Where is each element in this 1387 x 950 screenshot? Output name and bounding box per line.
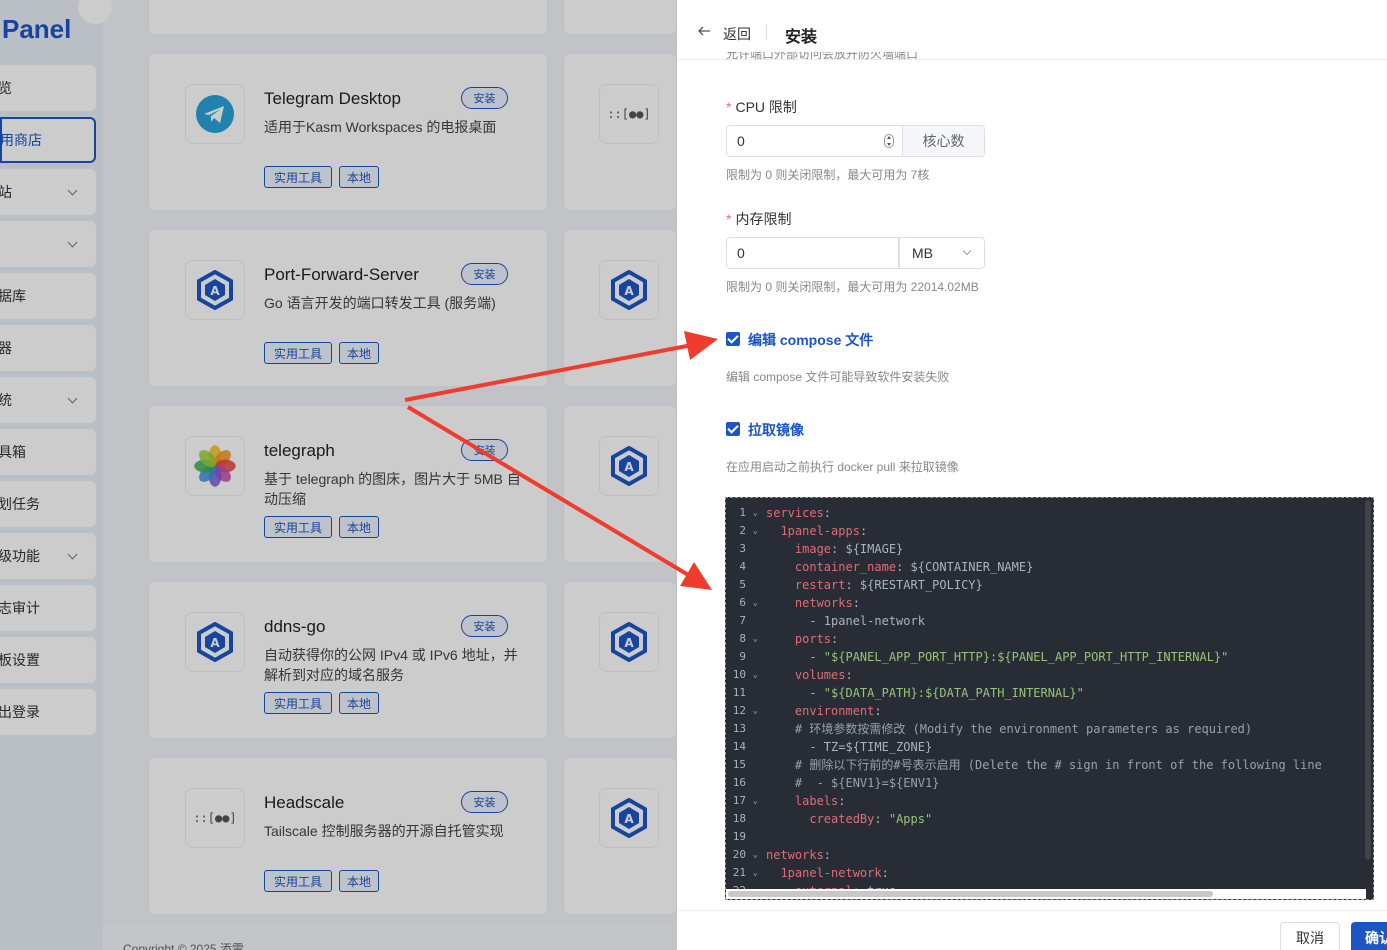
memory-limit-label: * 内存限制 xyxy=(726,211,792,227)
code-content[interactable]: services: 1panel-apps: image: ${IMAGE} c… xyxy=(766,504,1322,899)
line-number: 21 ⌄ xyxy=(726,864,762,882)
code-line: networks: xyxy=(794,596,860,610)
code-line: - "${DATA_PATH}:${DATA_PATH_INTERNAL}" xyxy=(766,686,1084,700)
chevron-down-icon xyxy=(962,246,972,256)
pull-image-hint: 在应用启动之前执行 docker pull 来拉取镜像 xyxy=(726,460,959,474)
code-line: # 删除以下行前的#号表示启用 (Delete the # sign in fr… xyxy=(766,758,1322,772)
pull-image-checkbox[interactable] xyxy=(726,422,740,436)
horizontal-scrollbar[interactable] xyxy=(728,891,1213,897)
memory-unit-select[interactable]: MB xyxy=(899,237,985,269)
fold-chevron-icon[interactable]: ⌄ xyxy=(753,594,758,612)
fold-chevron-icon[interactable]: ⌄ xyxy=(753,846,758,864)
line-number: 2 ⌄ xyxy=(726,522,762,540)
line-number: 16 xyxy=(732,776,746,789)
header-divider xyxy=(766,24,767,40)
fold-chevron-icon[interactable]: ⌄ xyxy=(753,702,758,720)
line-number: 6 ⌄ xyxy=(726,594,762,612)
line-number: 13 xyxy=(732,722,746,735)
line-number: 8 ⌄ xyxy=(726,630,762,648)
back-button[interactable]: 返回 xyxy=(723,24,751,44)
stepper-icon[interactable] xyxy=(884,134,894,148)
port-hint: 允许端口外部访问会放开防火墙端口 xyxy=(726,52,919,60)
fold-chevron-icon[interactable]: ⌄ xyxy=(753,504,758,522)
cpu-limit-input[interactable]: 0 xyxy=(726,125,903,157)
fold-chevron-icon[interactable]: ⌄ xyxy=(753,666,758,684)
fold-chevron-icon[interactable]: ⌄ xyxy=(753,792,758,810)
modal-overlay[interactable] xyxy=(0,0,677,950)
line-number: 5 xyxy=(739,578,746,591)
install-drawer: 返回 安装 允许端口外部访问会放开防火墙端口 * CPU 限制 0 核心数 限制为… xyxy=(677,0,1387,950)
fold-chevron-icon[interactable]: ⌄ xyxy=(753,630,758,648)
arrow-left-icon[interactable] xyxy=(697,24,711,38)
line-number: 20 ⌄ xyxy=(726,846,762,864)
fold-chevron-icon[interactable]: ⌄ xyxy=(753,864,758,882)
line-number: 1 ⌄ xyxy=(726,504,762,522)
line-number: 7 xyxy=(739,614,746,627)
line-number: 19 xyxy=(732,830,746,843)
edit-compose-label[interactable]: 编辑 compose 文件 xyxy=(748,330,873,350)
code-line: 1panel-apps: xyxy=(780,524,868,538)
pull-image-label[interactable]: 拉取镜像 xyxy=(748,420,804,440)
code-line: createdBy: "Apps" xyxy=(809,812,933,826)
code-line: - "${PANEL_APP_PORT_HTTP}:${PANEL_APP_PO… xyxy=(766,650,1229,664)
memory-limit-input[interactable]: 0 xyxy=(726,237,899,269)
code-line: - TZ=${TIME_ZONE} xyxy=(766,740,933,754)
code-line: container_name: ${CONTAINER_NAME} xyxy=(794,560,1034,574)
code-line: labels: xyxy=(794,794,846,808)
compose-editor[interactable]: 1 ⌄ 2 ⌄ 3 4 5 6 ⌄ 7 8 ⌄ 9 10 ⌄ 11 12 ⌄ 13 14 15 16 17 ⌄ 18 19 20 ⌄ 2… xyxy=(725,497,1374,900)
drawer-header: 返回 安装 xyxy=(677,0,1387,60)
code-line: restart: ${RESTART_POLICY} xyxy=(794,578,983,592)
line-number: 9 xyxy=(739,650,746,663)
code-line: # - ${ENV1}=${ENV1} xyxy=(766,776,940,790)
drawer-footer: 取消 确认 xyxy=(677,910,1387,950)
line-number: 15 xyxy=(732,758,746,771)
code-line: services: xyxy=(766,506,832,520)
code-line: 1panel-network: xyxy=(780,866,889,880)
drawer-title: 安装 xyxy=(785,29,818,46)
memory-limit-hint: 限制为 0 则关闭限制，最大可用为 22014.02MB xyxy=(726,280,979,294)
code-line: networks: xyxy=(766,848,832,862)
code-line: - 1panel-network xyxy=(766,614,925,628)
edit-compose-checkbox[interactable] xyxy=(726,332,740,346)
line-number-gutter: 1 ⌄ 2 ⌄ 3 4 5 6 ⌄ 7 8 ⌄ 9 10 ⌄ 11 12 ⌄ 13 14 15 16 17 ⌄ 18 19 20 ⌄ 2… xyxy=(726,504,762,899)
cpu-limit-hint: 限制为 0 则关闭限制，最大可用为 7核 xyxy=(726,168,930,182)
cpu-unit-suffix: 核心数 xyxy=(903,125,985,157)
code-line: ports: xyxy=(794,632,839,646)
cancel-button[interactable]: 取消 xyxy=(1280,922,1340,950)
line-number: 3 xyxy=(739,542,746,555)
line-number: 14 xyxy=(732,740,746,753)
fold-chevron-icon[interactable]: ⌄ xyxy=(753,522,758,540)
edit-compose-hint: 编辑 compose 文件可能导致软件安装失败 xyxy=(726,370,950,384)
code-line: environment: xyxy=(794,704,882,718)
line-number: 17 ⌄ xyxy=(726,792,762,810)
line-number: 12 ⌄ xyxy=(726,702,762,720)
line-number: 18 xyxy=(732,812,746,825)
cpu-limit-label: * CPU 限制 xyxy=(726,99,797,115)
line-number: 10 ⌄ xyxy=(726,666,762,684)
line-number: 11 xyxy=(732,686,746,699)
confirm-button[interactable]: 确认 xyxy=(1351,922,1387,950)
line-number: 4 xyxy=(739,560,746,573)
vertical-scrollbar[interactable] xyxy=(1365,500,1371,860)
code-line: # 环境参数按需修改 (Modify the environment param… xyxy=(766,722,1253,736)
code-line: volumes: xyxy=(794,668,853,682)
code-line: image: ${IMAGE} xyxy=(794,542,904,556)
